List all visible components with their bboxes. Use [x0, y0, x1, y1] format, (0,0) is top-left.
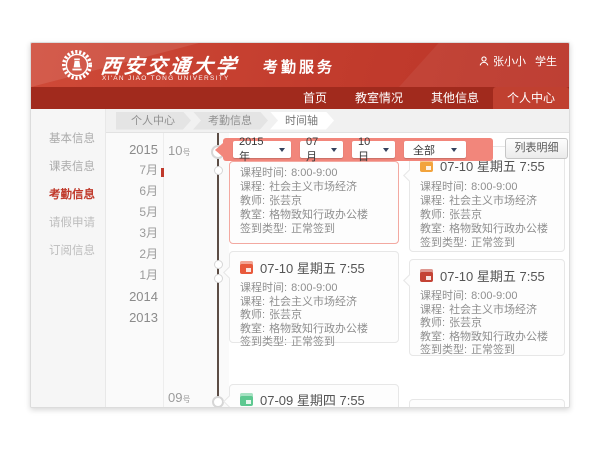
timeline-node	[214, 274, 223, 283]
card-field: 课程:社会主义市场经济	[420, 194, 554, 208]
card-field: 课程时间:8:00-9:00	[420, 180, 554, 194]
app-title: 考勤服务	[263, 56, 335, 77]
timeline-node	[214, 166, 223, 175]
timeline-year-month-nav: 2015 7月 6月 5月 3月 2月 1月 2014 2013	[106, 139, 158, 328]
card-field: 教室:格物致知行政办公楼	[420, 331, 554, 345]
day-marker-09: 09号	[168, 390, 190, 405]
person-icon	[479, 56, 489, 66]
signin-status-icon	[420, 269, 433, 282]
card-field: 签到类型:正常签到	[420, 344, 554, 358]
timeline-node	[214, 260, 223, 269]
breadcrumb: 个人中心 考勤信息 时间轴	[106, 109, 570, 133]
year-select[interactable]: 2015年	[233, 141, 291, 158]
timeline-nav-may[interactable]: 5月	[106, 202, 158, 223]
timeline-nav-2014[interactable]: 2014	[106, 286, 158, 307]
day-marker-10: 10号	[168, 143, 190, 158]
chevron-down-icon	[451, 148, 457, 152]
attendance-card[interactable]: 课程时间:8:00-9:00课程:社会主义市场经济教师:张芸京教室:格物致知行政…	[229, 161, 399, 244]
month-select[interactable]: 07月	[300, 141, 343, 158]
signin-status-icon	[240, 393, 253, 406]
nav-item-classrooms[interactable]: 教室情况	[341, 87, 417, 109]
sidebar-item-subscription-info[interactable]: 订阅信息	[31, 237, 105, 265]
card-field: 教室:格物致知行政办公楼	[240, 323, 388, 337]
timeline-nav-2013[interactable]: 2013	[106, 307, 158, 328]
card-field: 教师:张芸京	[420, 317, 554, 331]
card-field: 教师:张芸京	[240, 194, 388, 208]
chevron-down-icon	[383, 148, 389, 152]
app-header: 西安交通大学 XI'AN JIAO TONG UNIVERSITY 考勤服务 张…	[31, 43, 569, 87]
card-header: 07-10 星期五 7:55	[410, 260, 564, 287]
card-field: 课程:社会主义市场经济	[240, 296, 388, 310]
nav-item-personal-center[interactable]: 个人中心	[493, 87, 569, 109]
timeline-node	[212, 396, 224, 408]
card-fields: 课程时间:8:00-9:00课程:社会主义市场经济教师:张芸京教室:格物致知行政…	[410, 177, 564, 250]
timeline-nav-jun[interactable]: 6月	[106, 181, 158, 202]
date-filter-ribbon: 2015年 07月 10日 全部	[223, 138, 493, 161]
card-field: 课程:社会主义市场经济	[420, 304, 554, 318]
type-select[interactable]: 全部	[404, 141, 466, 158]
card-date: 07-10 星期五 7:55	[440, 266, 545, 285]
attendance-card[interactable]: 07-10 星期五 7:55 课程时间:8:00-9:00课程:社会主义市场经济…	[409, 259, 565, 356]
chevron-down-icon	[331, 148, 337, 152]
card-date: 07-09 星期四 7:55	[260, 390, 365, 408]
attendance-card[interactable]: 07-09 星期四 7:55	[229, 384, 399, 408]
card-date: 07-10 星期五 7:55	[260, 258, 365, 277]
attendance-card[interactable]: 07-10 星期五 7:55 课程时间:8:00-9:00课程:社会主义市场经济…	[409, 146, 565, 252]
nav-item-home[interactable]: 首页	[289, 87, 341, 109]
sidebar-item-schedule-info[interactable]: 课表信息	[31, 153, 105, 181]
card-fields: 课程时间:8:00-9:00课程:社会主义市场经济教师:张芸京教室:格物致知行政…	[230, 279, 398, 350]
app-window: 西安交通大学 XI'AN JIAO TONG UNIVERSITY 考勤服务 张…	[30, 42, 570, 408]
card-fields: 课程时间:8:00-9:00课程:社会主义市场经济教师:张芸京教室:格物致知行政…	[230, 162, 398, 236]
signin-status-icon	[240, 261, 253, 274]
card-field: 课程时间:8:00-9:00	[240, 282, 388, 296]
breadcrumb-attendance-info[interactable]: 考勤信息	[193, 112, 268, 130]
card-field: 签到类型:正常签到	[240, 222, 388, 236]
card-field: 签到类型:正常签到	[240, 336, 388, 350]
nav-item-other-info[interactable]: 其他信息	[417, 87, 493, 109]
sidebar: 基本信息 课表信息 考勤信息 请假申请 订阅信息	[31, 109, 106, 408]
card-header: 07-09 星期四 7:55	[230, 385, 398, 408]
day-select[interactable]: 10日	[352, 141, 395, 158]
card-field: 课程:社会主义市场经济	[240, 180, 388, 194]
list-detail-button[interactable]: 列表明细	[505, 138, 568, 159]
timeline-nav-jul[interactable]: 7月	[106, 160, 158, 181]
user-role: 学生	[535, 53, 557, 69]
user-menu[interactable]: 张小小 学生	[479, 53, 557, 69]
university-name-en: XI'AN JIAO TONG UNIVERSITY	[102, 75, 230, 82]
timeline-nav-jan[interactable]: 1月	[106, 265, 158, 286]
sidebar-item-attendance-info[interactable]: 考勤信息	[31, 181, 105, 209]
timeline-nav-feb[interactable]: 2月	[106, 244, 158, 265]
sidebar-item-basic-info[interactable]: 基本信息	[31, 125, 105, 153]
breadcrumb-personal-center[interactable]: 个人中心	[116, 112, 191, 130]
card-field: 教室:格物致知行政办公楼	[420, 222, 554, 236]
user-name: 张小小	[493, 53, 526, 69]
breadcrumb-timeline[interactable]: 时间轴	[270, 112, 334, 130]
active-month-marker	[161, 168, 164, 177]
sidebar-item-leave-request[interactable]: 请假申请	[31, 209, 105, 237]
main-nav: 首页 教室情况 其他信息 个人中心	[31, 87, 569, 109]
university-logo-icon	[61, 49, 93, 81]
card-header: 07-10 星期五 7:55	[230, 252, 398, 279]
card-field: 教师:张芸京	[240, 309, 388, 323]
attendance-card[interactable]: 07-10 星期五 7:55 课程时间:8:00-9:00课程:社会主义市场经济…	[229, 251, 399, 343]
attendance-card[interactable]	[409, 399, 565, 408]
timeline-panel: 2015 7月 6月 5月 3月 2月 1月 2014 2013 10号 09号…	[106, 133, 570, 408]
card-fields: 课程时间:8:00-9:00课程:社会主义市场经济教师:张芸京教室:格物致知行政…	[410, 287, 564, 358]
card-field: 课程时间:8:00-9:00	[420, 290, 554, 304]
card-field: 签到类型:正常签到	[420, 236, 554, 250]
timeline-nav-mar[interactable]: 3月	[106, 223, 158, 244]
card-field: 教师:张芸京	[420, 208, 554, 222]
card-field: 课程时间:8:00-9:00	[240, 166, 388, 180]
card-field: 教室:格物致知行政办公楼	[240, 208, 388, 222]
chevron-down-icon	[279, 148, 285, 152]
timeline-nav-2015[interactable]: 2015	[106, 139, 158, 160]
